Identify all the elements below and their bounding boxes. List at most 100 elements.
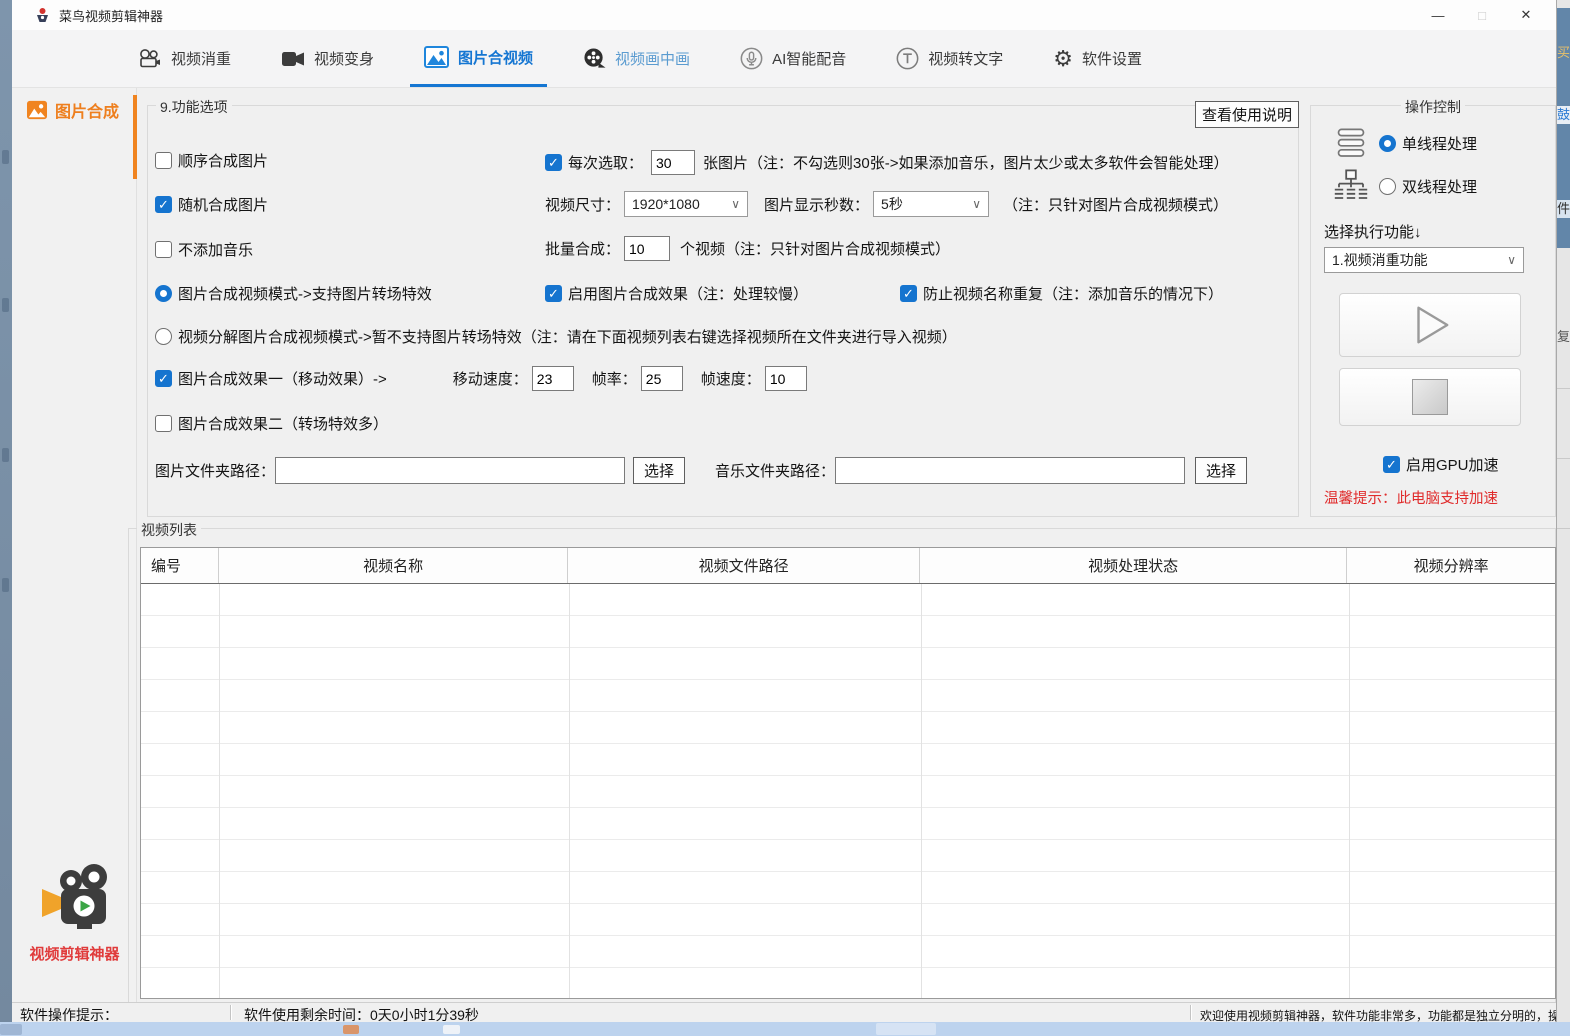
function-select-value: 1.视频消重功能: [1332, 250, 1428, 270]
taskbar[interactable]: [0, 1022, 1570, 1036]
tab-label: 视频变身: [314, 48, 374, 69]
sidebar-item-image-compose[interactable]: 图片合成: [26, 98, 119, 122]
status-separator: [230, 1005, 232, 1020]
batch-row: 批量合成： 个视频（注：只针对图片合成视频模式）: [545, 236, 950, 261]
tab-video-dedup[interactable]: 视频消重: [124, 30, 245, 87]
videocam-icon: [281, 50, 305, 68]
edge-text-fragment: 鼓: [1557, 106, 1570, 124]
tab-label: 视频画中画: [615, 48, 690, 69]
batch-suffix: 个视频（注：只针对图片合成视频模式）: [680, 238, 950, 259]
chevron-down-icon: ∨: [723, 197, 740, 211]
function-select[interactable]: 1.视频消重功能 ∨: [1324, 247, 1524, 273]
stop-button[interactable]: [1339, 368, 1521, 426]
start-button[interactable]: [1339, 293, 1521, 357]
video-table-header: 编号 视频名称 视频文件路径 视频处理状态 视频分辨率: [141, 548, 1555, 584]
frame-rate-input[interactable]: [641, 366, 683, 391]
minimize-button[interactable]: —: [1416, 0, 1460, 30]
dual-thread-radio[interactable]: [1379, 178, 1396, 195]
pick-count-label: 每次选取：: [568, 152, 643, 173]
mode-image-row: 图片合成视频模式->支持图片转场特效: [155, 283, 432, 304]
desktop-edge-left: [0, 0, 12, 1022]
music-path-label: 音乐文件夹路径：: [715, 460, 835, 481]
seconds-select[interactable]: 5秒 ∨: [873, 191, 989, 217]
mode-decompose-radio[interactable]: [155, 328, 172, 345]
close-button[interactable]: ✕: [1504, 0, 1548, 30]
control-panel-legend: 操作控制: [1401, 97, 1465, 117]
sidebar-item-label: 图片合成: [55, 98, 119, 122]
video-size-label: 视频尺寸：: [545, 194, 620, 215]
window-controls: — □ ✕: [1416, 0, 1548, 30]
help-button[interactable]: 查看使用说明: [1195, 101, 1299, 128]
app-logo-icon: [34, 7, 51, 24]
random-compose-checkbox[interactable]: [155, 196, 172, 213]
app-window: 菜鸟视频剪辑神器 — □ ✕ 视频消重: [12, 0, 1557, 1022]
single-thread-radio[interactable]: [1379, 135, 1396, 152]
move-speed-label: 移动速度：: [453, 368, 528, 389]
tab-video-transform[interactable]: 视频变身: [267, 30, 388, 87]
image-path-input[interactable]: [275, 457, 625, 484]
dual-thread-row: 双线程处理: [1333, 168, 1477, 204]
tab-label: 软件设置: [1082, 48, 1142, 69]
seconds-value: 5秒: [881, 194, 903, 214]
music-path-browse-button[interactable]: 选择: [1195, 457, 1247, 484]
screen: 菜鸟视频剪辑神器 — □ ✕ 视频消重: [0, 0, 1570, 1036]
seconds-note: （注：只针对图片合成视频模式）: [1003, 194, 1228, 215]
effect-one-checkbox[interactable]: [155, 370, 172, 387]
mode-image-radio[interactable]: [155, 285, 172, 302]
tab-video-to-text[interactable]: 视频转文字: [882, 30, 1017, 87]
titlebar: 菜鸟视频剪辑神器 — □ ✕: [12, 0, 1556, 30]
video-table-body[interactable]: [141, 584, 1555, 998]
edge-text-fragment: 买: [1557, 44, 1570, 62]
move-speed-input[interactable]: [532, 366, 574, 391]
image-icon: [26, 100, 48, 120]
enable-effect-label: 启用图片合成效果（注：处理较慢）: [568, 283, 808, 304]
edge-text-fragment: 复: [1557, 328, 1570, 346]
film-reel-icon: [583, 47, 606, 70]
column-divider: [569, 584, 570, 998]
batch-input[interactable]: [624, 236, 670, 261]
stop-icon: [1412, 379, 1448, 415]
no-music-checkbox[interactable]: [155, 241, 172, 258]
gear-icon: ⚙: [1053, 48, 1073, 70]
column-divider: [1349, 584, 1350, 998]
image-path-label: 图片文件夹路径：: [155, 460, 275, 481]
pick-count-checkbox[interactable]: [545, 154, 562, 171]
tab-label: 视频消重: [171, 48, 231, 69]
effect-two-row: 图片合成效果二（转场特效多）: [155, 413, 388, 434]
maximize-button[interactable]: □: [1460, 0, 1504, 30]
tab-image-to-video[interactable]: 图片合视频: [410, 30, 547, 87]
prevent-dup-checkbox[interactable]: [900, 285, 917, 302]
enable-effect-checkbox[interactable]: [545, 285, 562, 302]
music-path-input[interactable]: [835, 457, 1185, 484]
letter-t-circle-icon: [896, 47, 919, 70]
video-size-value: 1920*1080: [632, 196, 700, 212]
desktop-edge-mark: [2, 298, 9, 312]
pick-count-input[interactable]: [651, 150, 695, 175]
image-path-browse-button[interactable]: 选择: [633, 457, 685, 484]
prevent-dup-label: 防止视频名称重复（注：添加音乐的情况下）: [923, 283, 1223, 304]
seq-compose-checkbox[interactable]: [155, 152, 172, 169]
desktop-edge-mark: [2, 578, 9, 592]
col-header-status: 视频处理状态: [920, 548, 1347, 583]
sidebar-active-accent: [133, 95, 137, 179]
effect-two-label: 图片合成效果二（转场特效多）: [178, 413, 388, 434]
options-legend: 9.功能选项: [156, 97, 232, 117]
seconds-label: 图片显示秒数：: [764, 194, 869, 215]
gpu-label: 启用GPU加速: [1406, 454, 1499, 475]
mode-decompose-label: 视频分解图片合成视频模式->暂不支持图片转场特效（注：请在下面视频列表右键选择视…: [178, 326, 957, 347]
no-music-row: 不添加音乐: [155, 239, 253, 260]
tab-settings[interactable]: ⚙ 软件设置: [1039, 30, 1156, 87]
pick-count-row: 每次选取： 张图片（注：不勾选则30张->如果添加音乐，图片太少或太多软件会智能…: [545, 150, 1228, 175]
image-icon: [424, 46, 449, 68]
frame-rate-label: 帧率：: [592, 368, 637, 389]
thread-tree-icon: [1333, 168, 1369, 204]
tab-ai-dubbing[interactable]: AI智能配音: [726, 30, 860, 87]
tab-label: 图片合视频: [458, 47, 533, 68]
gpu-row: 启用GPU加速: [1383, 454, 1499, 475]
single-thread-row: 单线程处理: [1333, 126, 1477, 160]
gpu-checkbox[interactable]: [1383, 456, 1400, 473]
video-size-select[interactable]: 1920*1080 ∨: [624, 191, 748, 217]
tab-pip[interactable]: 视频画中画: [569, 30, 704, 87]
frame-speed-input[interactable]: [765, 366, 807, 391]
effect-two-checkbox[interactable]: [155, 415, 172, 432]
